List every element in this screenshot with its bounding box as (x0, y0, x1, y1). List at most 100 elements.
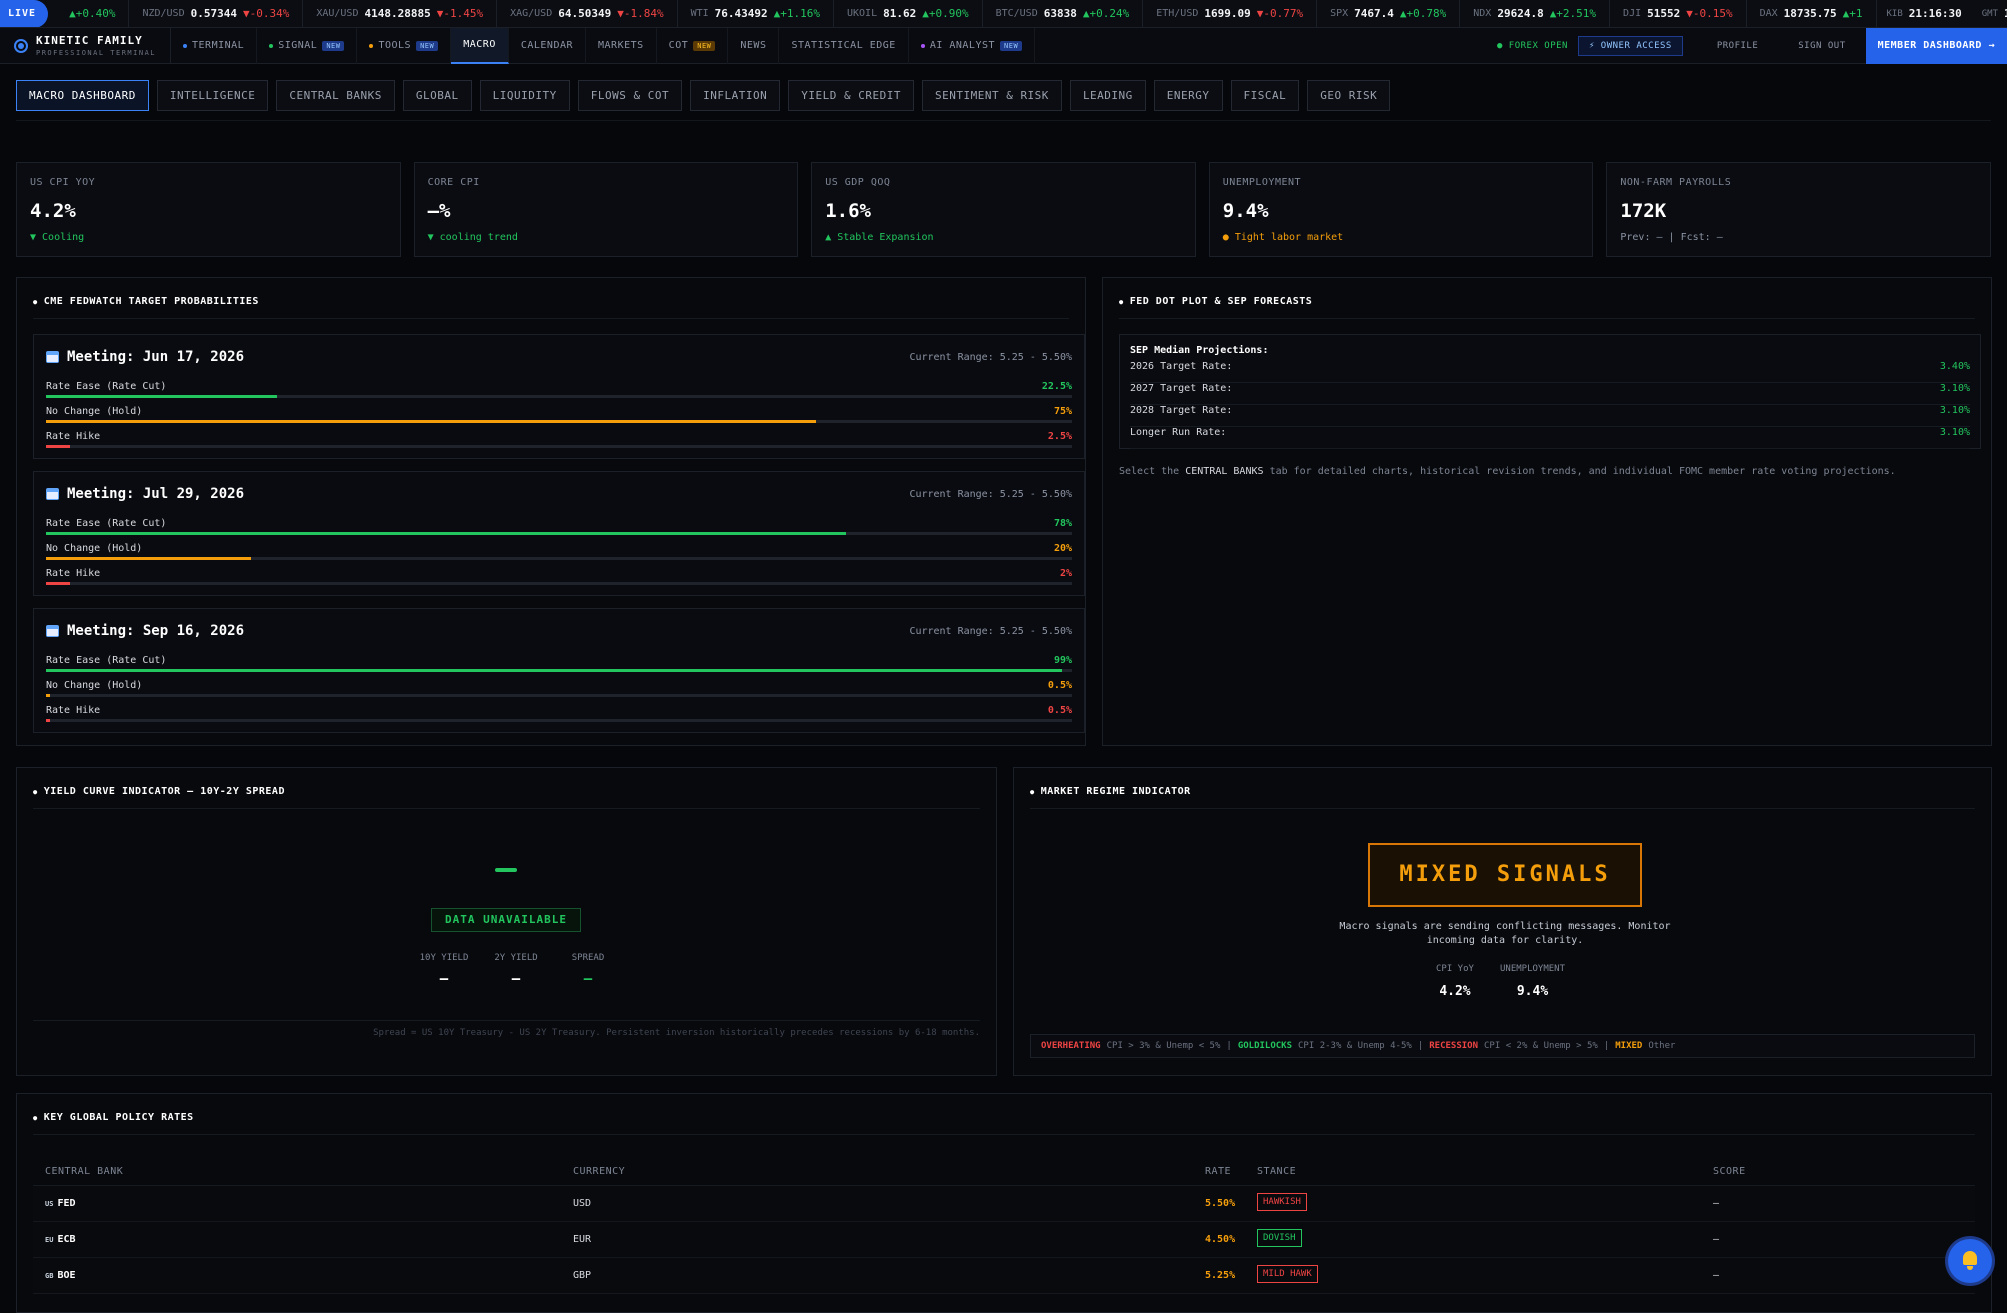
kpi-label: US CPI YOY (30, 177, 96, 188)
tab-global[interactable]: GLOBAL (402, 80, 472, 111)
kpi-trend: ▼ cooling trend (427, 232, 518, 243)
yield-curve-panel: YIELD CURVE INDICATOR — 10Y-2Y SPREAD DA… (16, 767, 997, 1076)
ticker-item[interactable]: WTI 76.43492 ▲+1.16% (678, 0, 834, 27)
ticker-item[interactable]: XAU/USD 4148.28885 ▼-1.45% (303, 0, 498, 27)
table-row[interactable]: EU ECB EUR 4.50% DOVISH — (33, 1222, 1975, 1258)
tab-inflation[interactable]: INFLATION (690, 80, 781, 111)
probability-bar-fill (46, 719, 50, 722)
legend-desc: Other (1648, 1041, 1676, 1051)
nav-item-label: TERMINAL (192, 40, 245, 51)
ticker-item[interactable]: NZD/USD 0.57344 ▼-0.34% (129, 0, 304, 27)
ticker-symbol: NZD/USD (142, 8, 185, 19)
probability-value: 0.5% (1047, 705, 1072, 716)
sep-value: 3.10% (1939, 427, 1970, 438)
probability-value: 2.5% (1047, 431, 1072, 442)
brand[interactable]: KINETIC FAMILY PROFESSIONAL TERMINAL (0, 27, 172, 64)
probability-bar (46, 694, 1072, 697)
sep-row: 2028 Target Rate: 3.10% (1130, 405, 1970, 427)
kpi-value: 9.4% (1222, 200, 1269, 222)
probability-bar (46, 420, 1072, 423)
ticker-item[interactable]: BTC/USD 63838 ▲+0.24% (983, 0, 1144, 27)
central-banks-link[interactable]: CENTRAL BANKS (1185, 466, 1263, 477)
sign-out-link[interactable]: SIGN OUT (1778, 41, 1865, 51)
tab-macro-dashboard[interactable]: MACRO DASHBOARD (16, 80, 149, 111)
market-regime-panel: MARKET REGIME INDICATOR MIXED SIGNALS Ma… (1013, 767, 1992, 1076)
probability-bar (46, 532, 1072, 535)
tab-intelligence[interactable]: INTELLIGENCE (156, 80, 269, 111)
probability-row: Rate Ease (Rate Cut) 78% (46, 518, 1072, 540)
nav-item-tools[interactable]: TOOLS NEW (357, 27, 452, 64)
notification-bell-icon[interactable] (1948, 1239, 1992, 1283)
regime-description: Macro signals are sending conflicting me… (1339, 921, 1671, 946)
probability-label: Rate Hike (46, 431, 101, 442)
kpi-row: US CPI YOY 4.2% ▼ Cooling CORE CPI —% ▼ cooli… (16, 162, 1991, 257)
owner-access-button[interactable]: ⚡ OWNER ACCESS (1577, 35, 1683, 56)
score: — (1713, 1234, 1720, 1245)
kpi-card: UNEMPLOYMENT 9.4% ● Tight labor market (1208, 162, 1594, 257)
brand-subtitle: PROFESSIONAL TERMINAL (36, 49, 157, 57)
ticker-item[interactable]: ETH/USD 1699.09 ▼-0.77% (1143, 0, 1318, 27)
bank-name: US FED (45, 1198, 76, 1209)
kpi-trend: Prev: — | Fcst: — (1620, 232, 1723, 243)
tab-leading[interactable]: LEADING (1069, 80, 1146, 111)
sep-row: 2026 Target Rate: 3.40% (1130, 361, 1970, 383)
stance-badge: HAWKISH (1257, 1193, 1307, 1211)
legend-desc: CPI 2-3% & Unemp 4-5% (1298, 1041, 1412, 1051)
ticker-symbol: UKOIL (846, 8, 878, 19)
nav-item-cot[interactable]: COT NEW (657, 27, 729, 64)
tab-liquidity[interactable]: LIQUIDITY (479, 80, 570, 111)
sep-label: 2028 Target Rate: (1130, 405, 1233, 416)
tab-fiscal[interactable]: FISCAL (1230, 80, 1300, 111)
probability-row: Rate Ease (Rate Cut) 99% (46, 655, 1072, 677)
sep-label: Longer Run Rate: (1130, 427, 1227, 438)
probability-row: Rate Ease (Rate Cut) 22.5% (46, 381, 1072, 403)
tab-flows-cot[interactable]: FLOWS & COT (577, 80, 683, 111)
meeting-card: Meeting: Sep 16, 2026 Current Range: 5.25… (33, 608, 1085, 733)
nav-dot-icon (920, 43, 925, 48)
probability-bar-fill (46, 420, 816, 423)
nav-item-news[interactable]: NEWS (728, 27, 780, 64)
table-row[interactable]: US FED USD 5.50% HAWKISH — (33, 1186, 1975, 1222)
tab-yield-credit[interactable]: YIELD & CREDIT (788, 80, 914, 111)
ticker-item[interactable]: DJI 51552 ▼-0.15% (1610, 0, 1747, 27)
tab-energy[interactable]: ENERGY (1153, 80, 1223, 111)
tab-sentiment-risk[interactable]: SENTIMENT & RISK (921, 80, 1062, 111)
tab-geo-risk[interactable]: GEO RISK (1307, 80, 1391, 111)
fedwatch-title: CME FEDWATCH TARGET PROBABILITIES (33, 296, 259, 307)
nav-item-calendar[interactable]: CALENDAR (509, 27, 587, 64)
ticker-item[interactable]: NDX 29624.8 ▲+2.51% (1460, 0, 1611, 27)
table-row[interactable]: GB BOE GBP 5.25% MILD HAWK — (33, 1258, 1975, 1294)
nav-item-statistical-edge[interactable]: STATISTICAL EDGE (779, 27, 909, 64)
ticker-item[interactable]: SPX 7467.4 ▲+0.78% (1317, 0, 1461, 27)
member-dashboard-button[interactable]: MEMBER DASHBOARD → (1865, 27, 2007, 64)
probability-row: Rate Hike 0.5% (46, 705, 1072, 727)
nav-item-markets[interactable]: MARKETS (586, 27, 657, 64)
nav-item-macro[interactable]: MACRO (451, 27, 509, 64)
stance-badge: MILD HAWK (1257, 1265, 1318, 1283)
ticker-change: ▲+0.78% (1399, 7, 1447, 20)
profile-link[interactable]: PROFILE (1697, 41, 1778, 51)
sep-value: 3.10% (1939, 383, 1970, 394)
tab-central-banks[interactable]: CENTRAL BANKS (276, 80, 395, 111)
ticker-item[interactable]: DAX 18735.75 ▲+1 (1747, 0, 1877, 27)
nav-item-ai-analyst[interactable]: AI ANALYST NEW (909, 27, 1036, 64)
clock-label: KIB (1886, 8, 1903, 19)
yield-footnote: Spread = US 10Y Treasury - US 2Y Treasur… (373, 1028, 980, 1038)
nav-item-terminal[interactable]: TERMINAL (171, 27, 258, 64)
meeting-header: Meeting: Sep 16, 2026 (46, 623, 244, 639)
currency: GBP (573, 1270, 592, 1281)
kpi-value: 4.2% (30, 200, 76, 222)
probability-bar (46, 557, 1072, 560)
bank-code: ECB (57, 1234, 76, 1245)
probability-value: 20% (1053, 543, 1072, 554)
sep-label: 2027 Target Rate: (1130, 383, 1233, 394)
ticker-price: 1699.09 (1204, 7, 1251, 20)
ticker-item[interactable]: UKOIL 81.62 ▲+0.90% (834, 0, 983, 27)
ticker-item[interactable]: XAG/USD 64.50349 ▼-1.84% (497, 0, 678, 27)
nav-item-label: MARKETS (598, 40, 644, 51)
flag-icon: EU (45, 1236, 54, 1244)
ticker-price: 29624.8 (1497, 7, 1544, 20)
yield-title: YIELD CURVE INDICATOR — 10Y-2Y SPREAD (33, 786, 285, 797)
ticker-price: 81.62 (883, 7, 917, 20)
nav-item-signal[interactable]: SIGNAL NEW (257, 27, 358, 64)
